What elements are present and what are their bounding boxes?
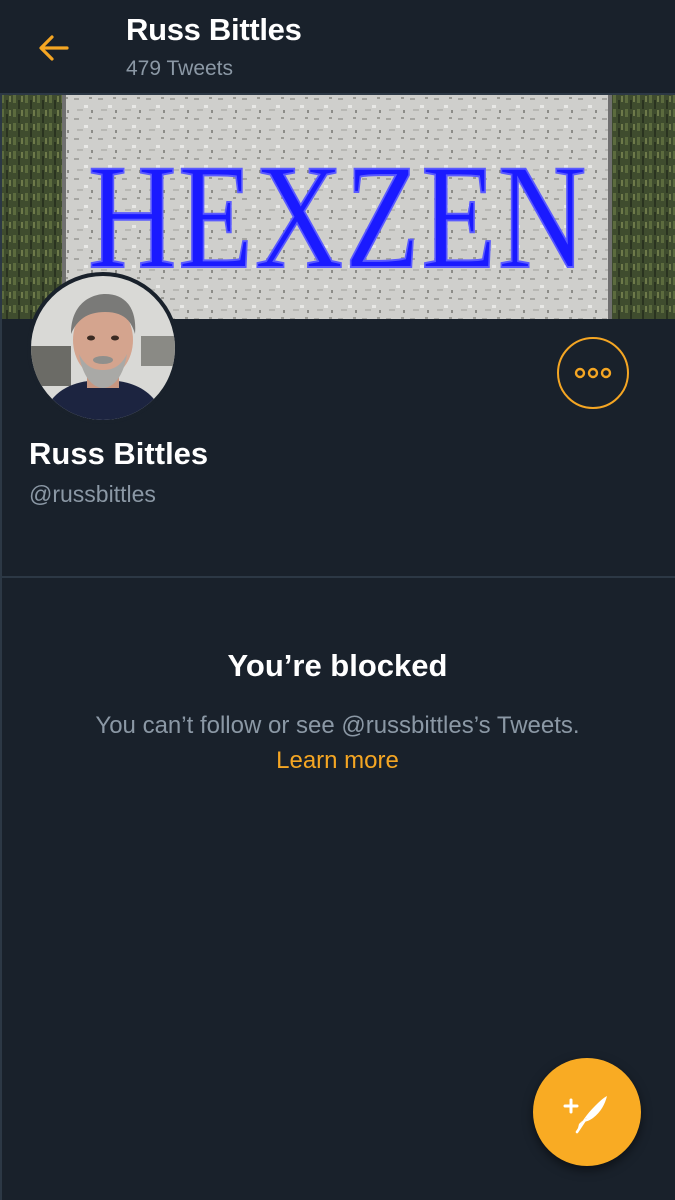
section-divider bbox=[0, 576, 675, 578]
blocked-message: You can’t follow or see @russbittles’s T… bbox=[95, 712, 580, 739]
learn-more-link[interactable]: Learn more bbox=[0, 747, 675, 775]
back-button[interactable] bbox=[30, 26, 78, 70]
top-app-bar: Russ Bittles 479 Tweets bbox=[0, 0, 675, 95]
left-edge-line bbox=[0, 95, 2, 1200]
compose-tweet-icon bbox=[563, 1096, 607, 1134]
tweet-count: 479 Tweets bbox=[126, 57, 234, 80]
blocked-title: You’re blocked bbox=[227, 648, 448, 683]
profile-screen: Russ Bittles 479 Tweets HEXZEN Russ Bitt… bbox=[0, 0, 675, 1200]
more-options-icon bbox=[574, 367, 612, 379]
compose-tweet-button[interactable] bbox=[533, 1058, 641, 1166]
profile-name: Russ Bittles bbox=[29, 436, 209, 471]
profile-handle: @russbittles bbox=[29, 481, 156, 507]
header-title: Russ Bittles bbox=[126, 12, 302, 47]
avatar-image bbox=[31, 276, 175, 420]
more-options-button[interactable] bbox=[557, 337, 629, 409]
banner-text: HEXZEN bbox=[88, 134, 588, 300]
profile-avatar[interactable] bbox=[27, 272, 179, 424]
arrow-left-icon bbox=[39, 35, 69, 61]
